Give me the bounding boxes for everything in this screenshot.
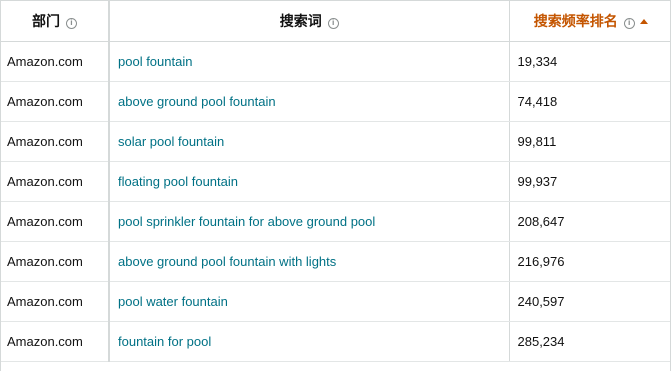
- rank-cell: 285,234: [508, 321, 671, 362]
- department-cell: Amazon.com: [1, 241, 109, 282]
- department-cell: Amazon.com: [1, 161, 109, 202]
- search-term-cell: fountain for pool: [108, 321, 509, 362]
- department-cell: Amazon.com: [1, 121, 109, 162]
- search-term-cell: solar pool fountain: [108, 121, 509, 162]
- info-icon[interactable]: i: [66, 18, 77, 29]
- search-terms-table: 部门 i 搜索词 i 搜索频率排名 i Amazon.com pool fountai…: [1, 0, 671, 362]
- header-search-frequency-rank[interactable]: 搜索频率排名 i: [508, 0, 671, 42]
- header-department[interactable]: 部门 i: [1, 0, 109, 42]
- info-icon[interactable]: i: [327, 18, 339, 29]
- search-term-cell: pool sprinkler fountain for above ground…: [108, 201, 509, 242]
- search-term-link[interactable]: pool sprinkler fountain for above ground…: [118, 214, 375, 229]
- header-search-term[interactable]: 搜索词 i: [108, 0, 509, 42]
- sort-ascending-icon[interactable]: [639, 19, 648, 24]
- table-row: Amazon.com pool sprinkler fountain for a…: [1, 201, 671, 242]
- search-term-cell: pool fountain: [108, 41, 509, 82]
- department-cell: Amazon.com: [1, 281, 109, 322]
- table-row: Amazon.com fountain for pool 285,234: [1, 321, 671, 362]
- table-row: Amazon.com floating pool fountain 99,937: [1, 161, 671, 202]
- header-search-term-label: 搜索词: [279, 13, 322, 29]
- rank-cell: 216,976: [508, 241, 671, 282]
- search-term-cell: above ground pool fountain with lights: [108, 241, 509, 282]
- search-terms-table-container: 部门 i 搜索词 i 搜索频率排名 i Amazon.com pool fountai…: [0, 0, 671, 371]
- rank-cell: 99,937: [508, 161, 671, 202]
- header-search-frequency-rank-label: 搜索频率排名: [533, 13, 618, 29]
- department-cell: Amazon.com: [1, 321, 109, 362]
- search-term-link[interactable]: pool water fountain: [118, 294, 228, 309]
- search-term-link[interactable]: solar pool fountain: [118, 134, 224, 149]
- search-term-cell: pool water fountain: [108, 281, 509, 322]
- rank-cell: 208,647: [508, 201, 671, 242]
- search-term-link[interactable]: floating pool fountain: [118, 174, 238, 189]
- department-cell: Amazon.com: [1, 81, 109, 122]
- search-term-link[interactable]: above ground pool fountain with lights: [118, 254, 336, 269]
- search-term-link[interactable]: fountain for pool: [118, 334, 211, 349]
- rank-cell: 99,811: [508, 121, 671, 162]
- table-row: Amazon.com pool water fountain 240,597: [1, 281, 671, 322]
- rank-cell: 240,597: [508, 281, 671, 322]
- table-row: Amazon.com above ground pool fountain 74…: [1, 81, 671, 122]
- info-icon[interactable]: i: [623, 18, 635, 29]
- search-term-link[interactable]: above ground pool fountain: [118, 94, 276, 109]
- table-header-row: 部门 i 搜索词 i 搜索频率排名 i: [1, 0, 671, 42]
- search-term-cell: above ground pool fountain: [108, 81, 509, 122]
- search-term-cell: floating pool fountain: [108, 161, 509, 202]
- table-row: Amazon.com pool fountain 19,334: [1, 41, 671, 82]
- rank-cell: 19,334: [508, 41, 671, 82]
- header-department-label: 部门: [32, 13, 60, 29]
- department-cell: Amazon.com: [1, 41, 109, 82]
- rank-cell: 74,418: [508, 81, 671, 122]
- department-cell: Amazon.com: [1, 201, 109, 242]
- table-row: Amazon.com solar pool fountain 99,811: [1, 121, 671, 162]
- table-row: Amazon.com above ground pool fountain wi…: [1, 241, 671, 282]
- search-term-link[interactable]: pool fountain: [118, 54, 192, 69]
